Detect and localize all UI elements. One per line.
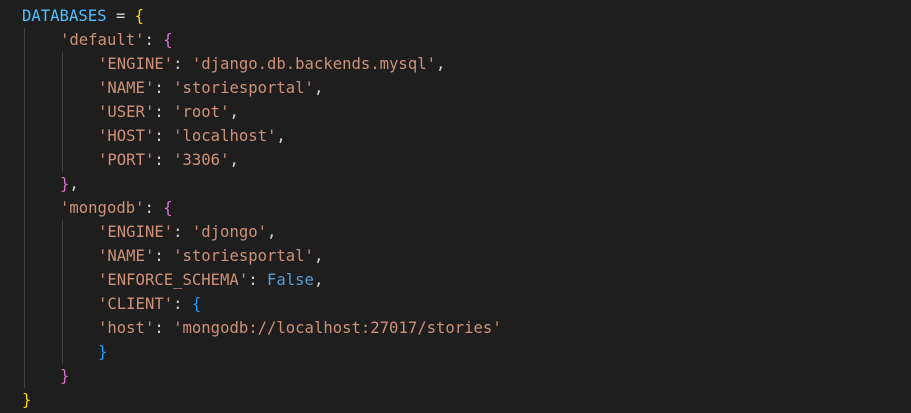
code-editor[interactable]: DATABASES = { 'default': { 'ENGINE': 'dj… xyxy=(0,0,911,413)
code-line-15: } xyxy=(22,340,502,364)
code-line-14: 'host': 'mongodb://localhost:27017/stori… xyxy=(22,316,502,340)
default-close-brace: } xyxy=(60,175,70,193)
dict-value: 'root' xyxy=(173,103,230,121)
comma: , xyxy=(229,151,239,169)
variable-name: DATABASES xyxy=(22,7,107,25)
assign-operator: = xyxy=(106,7,135,25)
outer-close-brace: } xyxy=(22,391,32,409)
dict-key: 'USER' xyxy=(98,103,155,121)
comma: , xyxy=(229,103,239,121)
indent-guide xyxy=(24,268,25,292)
colon: : xyxy=(154,151,174,169)
comma: , xyxy=(313,271,324,289)
indent-guide xyxy=(24,124,25,148)
dict-value: 'localhost' xyxy=(173,127,277,145)
colon: : xyxy=(154,319,174,337)
code-line-6: 'HOST': 'localhost', xyxy=(22,124,502,148)
host-key: 'host' xyxy=(98,319,155,337)
comma: , xyxy=(313,247,324,265)
indent-guide xyxy=(24,172,25,196)
code-line-12: 'ENFORCE_SCHEMA': False, xyxy=(22,268,502,292)
indent-guide xyxy=(62,292,63,316)
dict-value: 'django.db.backends.mysql' xyxy=(191,55,436,73)
client-key: 'CLIENT' xyxy=(98,295,174,313)
indent-guide xyxy=(24,100,25,124)
code-line-9: 'mongodb': { xyxy=(22,196,502,220)
mongodb-close-brace: } xyxy=(60,367,70,385)
dict-key: 'NAME' xyxy=(98,79,155,97)
indent-guide xyxy=(24,316,25,340)
indent-guide xyxy=(62,340,63,364)
indent-guide xyxy=(24,364,25,388)
client-open-brace: { xyxy=(191,295,202,313)
colon: : xyxy=(154,127,174,145)
indent-guide xyxy=(62,220,63,244)
enforce-schema-key: 'ENFORCE_SCHEMA' xyxy=(98,271,249,289)
code-line-11: 'NAME': 'storiesportal', xyxy=(22,244,502,268)
indent-guide xyxy=(62,316,63,340)
host-value: 'mongodb://localhost:27017/stories' xyxy=(173,319,502,337)
indent-guide xyxy=(24,244,25,268)
comma: , xyxy=(276,127,286,145)
comma: , xyxy=(69,175,79,193)
dict-value: 'storiesportal' xyxy=(173,79,314,97)
indent-guide xyxy=(24,76,25,100)
outer-open-brace: { xyxy=(134,7,145,25)
indent-guide xyxy=(62,52,63,76)
code-line-1: DATABASES = { xyxy=(22,4,502,28)
indent-guide xyxy=(62,124,63,148)
code-line-17: } xyxy=(22,388,502,412)
colon: : xyxy=(173,295,192,313)
dict-value: '3306' xyxy=(173,151,230,169)
code-block[interactable]: DATABASES = { 'default': { 'ENGINE': 'dj… xyxy=(22,4,502,412)
indent-guide xyxy=(62,268,63,292)
dict-key: 'PORT' xyxy=(98,151,155,169)
enforce-schema-value: False xyxy=(267,271,314,289)
colon: : xyxy=(144,31,164,49)
code-line-7: 'PORT': '3306', xyxy=(22,148,502,172)
colon: : xyxy=(144,199,164,217)
comma: , xyxy=(267,223,277,241)
default-key: 'default' xyxy=(60,31,145,49)
indent-guide xyxy=(62,76,63,100)
colon: : xyxy=(154,247,174,265)
default-open-brace: { xyxy=(163,31,173,49)
indent-guide xyxy=(24,52,25,76)
mongodb-key: 'mongodb' xyxy=(60,199,145,217)
indent-guide xyxy=(24,220,25,244)
indent-guide xyxy=(62,148,63,172)
comma: , xyxy=(436,55,446,73)
indent-guide xyxy=(24,292,25,316)
comma: , xyxy=(313,79,324,97)
colon: : xyxy=(173,55,192,73)
colon: : xyxy=(173,223,192,241)
indent-guide xyxy=(24,148,25,172)
code-line-3: 'ENGINE': 'django.db.backends.mysql', xyxy=(22,52,502,76)
colon: : xyxy=(154,79,174,97)
code-line-16: } xyxy=(22,364,502,388)
code-line-5: 'USER': 'root', xyxy=(22,100,502,124)
dict-key: 'HOST' xyxy=(98,127,155,145)
mongodb-open-brace: { xyxy=(163,199,173,217)
indent-guide xyxy=(62,100,63,124)
colon: : xyxy=(248,271,267,289)
indent-guide xyxy=(24,28,25,52)
code-line-4: 'NAME': 'storiesportal', xyxy=(22,76,502,100)
indent-guide xyxy=(24,196,25,220)
indent-guide xyxy=(62,244,63,268)
dict-key: 'ENGINE' xyxy=(98,223,174,241)
colon: : xyxy=(154,103,174,121)
dict-key: 'ENGINE' xyxy=(98,55,174,73)
code-line-10: 'ENGINE': 'djongo', xyxy=(22,220,502,244)
dict-value: 'djongo' xyxy=(191,223,267,241)
dict-key: 'NAME' xyxy=(98,247,155,265)
code-line-2: 'default': { xyxy=(22,28,502,52)
dict-value: 'storiesportal' xyxy=(173,247,314,265)
client-close-brace: } xyxy=(98,343,108,361)
indent-guide xyxy=(24,340,25,364)
code-line-8: }, xyxy=(22,172,502,196)
code-line-13: 'CLIENT': { xyxy=(22,292,502,316)
